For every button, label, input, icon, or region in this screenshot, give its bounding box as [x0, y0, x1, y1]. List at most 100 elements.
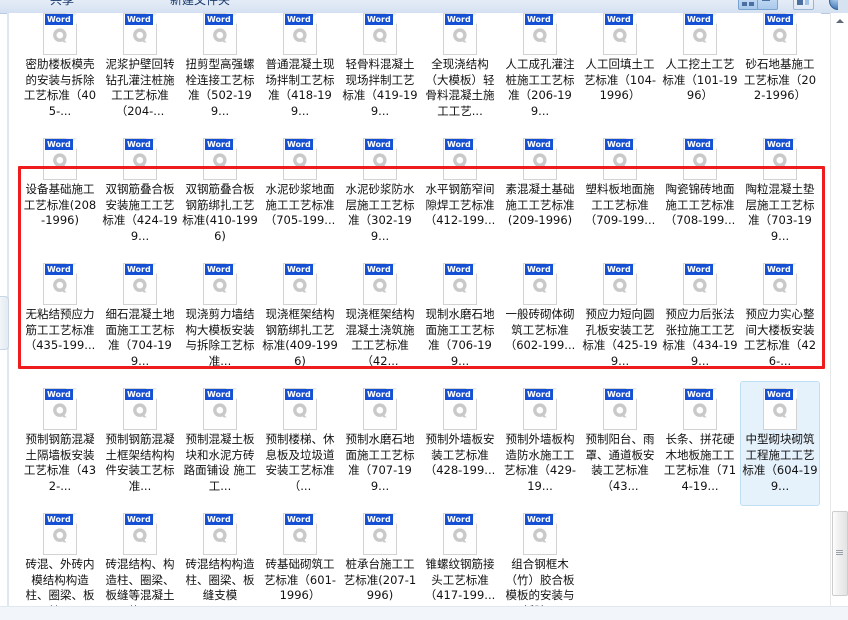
preview-pane-button[interactable] — [793, 0, 814, 10]
file-tile[interactable]: Word 普通混凝土现场拌制工艺标准（418-199... — [260, 13, 340, 131]
scroll-up-button[interactable] — [831, 13, 848, 30]
file-tile[interactable]: Word 砖混、外砖内模结构构造柱、圈梁、板缝... — [20, 506, 100, 607]
file-tile[interactable]: Word 桩承台施工工艺标准(207-1996) — [340, 506, 420, 607]
file-tile[interactable]: Word 现浇框架结构混凝土浇筑施工工艺标准（42... — [340, 256, 420, 381]
preview-glyph-icon — [611, 152, 630, 171]
file-tile[interactable]: Word 预制钢筋混凝土框架结构构件安装工艺标准... — [100, 381, 180, 506]
file-type-badge: Word — [45, 389, 73, 400]
file-tile[interactable]: Word 锥螺纹钢筋接头工艺标准（417-199... — [420, 506, 500, 607]
file-list-area[interactable]: Word 密肋楼板模壳的安装与拆除工艺标准（405-... Word 泥浆护壁回转钻孔… — [9, 13, 821, 607]
file-type-badge: Word — [765, 139, 793, 150]
file-type-badge: Word — [205, 139, 233, 150]
word-document-icon: Word — [443, 138, 477, 180]
file-type-badge: Word — [285, 514, 313, 525]
preview-glyph-icon — [211, 277, 230, 296]
file-tile[interactable]: Word 预制外墙板构造防水施工工艺标准（429-19... — [500, 381, 580, 506]
toolbar-new-folder-label[interactable]: 新建文件夹 — [170, 0, 230, 8]
file-tile[interactable]: Word 水泥砂浆地面施工工艺标准（705-199... — [260, 131, 340, 256]
file-tile[interactable]: Word 预应力短向圆孔板安装工艺标准（425-199... — [580, 256, 660, 381]
word-document-icon: Word — [683, 263, 717, 305]
file-tile[interactable]: Word 预制外墙板安装工艺标准（428-199... — [420, 381, 500, 506]
file-tile[interactable]: Word 现浇框架结构钢筋绑扎工艺标准(409-1996) — [260, 256, 340, 381]
file-tile[interactable]: Word 水泥砂浆防水层施工工艺标准（302-199... — [340, 131, 420, 256]
toolbar-share-label[interactable]: 共享 — [50, 0, 74, 8]
file-tile[interactable]: Word 砖基础砌筑工艺标准（601-1996） — [260, 506, 340, 607]
file-name-label: 人工挖土工艺标准（101-1996） — [662, 57, 738, 102]
file-tile[interactable]: Word 双钢筋叠合板安装施工工艺标准（424-199... — [100, 131, 180, 256]
word-document-icon: Word — [763, 263, 797, 305]
scrollbar-thumb[interactable] — [832, 511, 848, 596]
file-name-label: 双钢筋叠合板钢筋绑扎工艺标准(410-1996) — [182, 182, 258, 243]
file-tile[interactable]: Word 扭剪型高强螺栓连接工艺标准（502-199... — [180, 13, 260, 131]
file-name-label: 密肋楼板模壳的安装与拆除工艺标准（405-... — [23, 57, 97, 118]
preview-glyph-icon — [131, 152, 150, 171]
file-name-label: 组合钢框木（竹）胶合板模板的安装与拆除... — [505, 557, 575, 607]
file-tile[interactable]: Word 陶瓷锦砖地面施工工艺标准（708-199... — [660, 131, 740, 256]
file-tile[interactable]: Word 全现浇结构（大模板）轻骨料混凝土施工工艺... — [420, 13, 500, 131]
file-tile[interactable]: Word 密肋楼板模壳的安装与拆除工艺标准（405-... — [20, 13, 100, 131]
file-tile[interactable]: Word 人工回填土工艺标准（104-1996） — [580, 13, 660, 131]
file-type-badge: Word — [365, 389, 393, 400]
file-tile[interactable]: Word 预制水磨石地面施工工艺标准（707-199... — [340, 381, 420, 506]
file-tile[interactable]: Word 现制水磨石地面施工工艺标准（706-199... — [420, 256, 500, 381]
file-tile[interactable]: Word 长条、拼花硬木地板施工工工艺标准（714-19... — [660, 381, 740, 506]
file-tile[interactable]: Word 细石混凝土地面施工工艺标准（704-199... — [100, 256, 180, 381]
file-tile[interactable]: Word 预制混凝土板块和水泥方砖路面铺设 施工工... — [180, 381, 260, 506]
file-tile[interactable]: Word 设备基础施工工艺标准(208-1996) — [20, 131, 100, 256]
word-document-icon: Word — [443, 263, 477, 305]
file-type-badge: Word — [525, 389, 553, 400]
file-tile[interactable]: Word 砖混结构构造柱、圈梁、板缝支模 — [180, 506, 260, 607]
preview-glyph-icon — [131, 527, 150, 546]
file-tile[interactable]: Word 塑料板地面施工工艺标准（709-199... — [580, 131, 660, 256]
file-tile[interactable]: Word 人工挖土工艺标准（101-1996） — [660, 13, 740, 131]
view-mode-chevron-button[interactable] — [757, 0, 778, 10]
file-type-badge: Word — [125, 389, 153, 400]
file-name-label: 扭剪型高强螺栓连接工艺标准（502-199... — [185, 57, 255, 118]
word-document-icon: Word — [763, 13, 797, 55]
file-tile[interactable]: Word 砖混结构、构造柱、圈梁、板缝等混凝土施... — [100, 506, 180, 607]
preview-glyph-icon — [451, 527, 470, 546]
file-type-badge: Word — [525, 139, 553, 150]
word-document-icon: Word — [603, 263, 637, 305]
file-tile[interactable]: Word 泥浆护壁回转钻孔灌注桩施工工艺标准（204-... — [100, 13, 180, 131]
file-tile[interactable]: Word 水平钢筋窄间隙焊工艺标准（412-199... — [420, 131, 500, 256]
file-type-badge: Word — [45, 139, 73, 150]
preview-glyph-icon — [451, 152, 470, 171]
file-tile[interactable]: Word 人工成孔灌注桩施工工艺标准（206-199... — [500, 13, 580, 131]
file-name-label: 长条、拼花硬木地板施工工工艺标准（714-19... — [663, 432, 737, 493]
view-mode-button[interactable] — [738, 0, 759, 10]
word-document-icon: Word — [523, 513, 557, 555]
file-tile[interactable]: Word 预制阳台、雨罩、通道板安装工艺标准（43... — [580, 381, 660, 506]
file-tile[interactable]: Word 中型砌块砌筑工程施工工艺标准（604-199... — [740, 381, 820, 506]
file-type-badge: Word — [205, 389, 233, 400]
file-tile[interactable]: Word 陶粒混凝土垫层施工工艺标准（703-199... — [740, 131, 820, 256]
preview-glyph-icon — [611, 27, 630, 46]
file-tile[interactable]: Word 轻骨料混凝土现场拌制工艺标准（419-199... — [340, 13, 420, 131]
file-tile[interactable]: Word 预应力后张法张拉施工工艺标准（434-199... — [660, 256, 740, 381]
splitter-grip-handle[interactable] — [0, 296, 9, 350]
preview-glyph-icon — [51, 27, 70, 46]
word-document-icon: Word — [203, 138, 237, 180]
file-type-badge: Word — [445, 389, 473, 400]
file-tile[interactable]: Word 现浇剪力墙结构大模板安装与拆除工艺标准... — [180, 256, 260, 381]
file-tile[interactable]: Word 一般砖砌体砌筑工艺标准（602-199... — [500, 256, 580, 381]
file-tile[interactable]: Word 预制楼梯、休息板及垃圾道安装工艺标准（... — [260, 381, 340, 506]
preview-glyph-icon — [451, 277, 470, 296]
file-name-label: 预制水磨石地面施工工艺标准（707-199... — [345, 432, 415, 493]
word-document-icon: Word — [523, 13, 557, 55]
preview-glyph-icon — [771, 402, 790, 421]
preview-glyph-icon — [371, 152, 390, 171]
file-tile[interactable]: Word 无粘结预应力筋工工艺标准（435-199... — [20, 256, 100, 381]
file-tile[interactable]: Word 双钢筋叠合板钢筋绑扎工艺标准(410-1996) — [180, 131, 260, 256]
preview-glyph-icon — [771, 277, 790, 296]
vertical-scrollbar[interactable] — [830, 13, 848, 620]
file-type-badge: Word — [685, 389, 713, 400]
file-tile[interactable]: Word 组合钢框木（竹）胶合板模板的安装与拆除... — [500, 506, 580, 607]
file-tile[interactable]: Word 预应力实心整间大楼板安装工艺标准（426-... — [740, 256, 820, 381]
file-tile[interactable]: Word 预制钢筋混凝土隔墙板安装工艺标准（432-... — [20, 381, 100, 506]
file-name-label: 预制混凝土板块和水泥方砖路面铺设 施工工... — [183, 432, 257, 493]
file-tile[interactable]: Word 砂石地基施工工艺标准（202-1996） — [740, 13, 820, 131]
word-document-icon: Word — [523, 138, 557, 180]
preview-glyph-icon — [371, 402, 390, 421]
file-tile[interactable]: Word 素混凝土基础施工工艺标准(209-1996) — [500, 131, 580, 256]
